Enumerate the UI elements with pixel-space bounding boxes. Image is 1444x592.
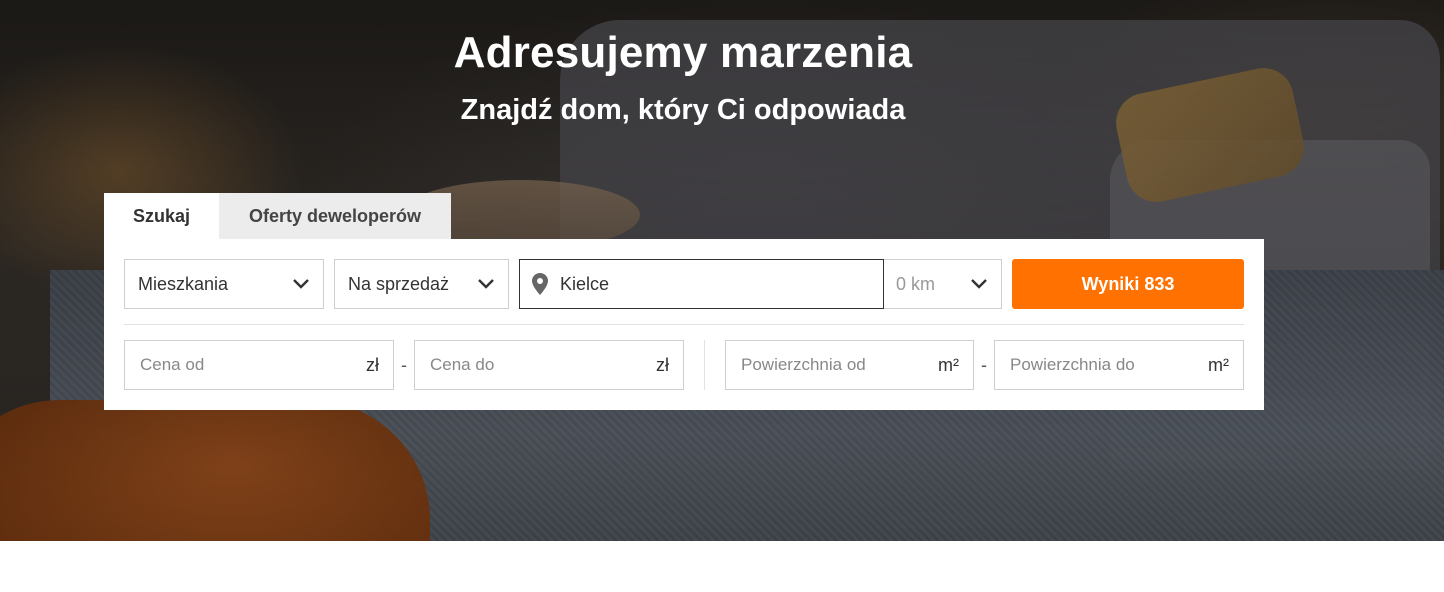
distance-value: 0 km: [896, 273, 936, 294]
area-from-placeholder: Powierzchnia od: [741, 355, 866, 374]
results-button[interactable]: Wyniki 833: [1012, 259, 1244, 309]
price-to-placeholder: Cena do: [430, 355, 495, 374]
price-to-input[interactable]: Cena do zł: [414, 340, 684, 390]
search-tabs: Szukaj Oferty deweloperów: [104, 193, 451, 239]
price-from-placeholder: Cena od: [140, 355, 205, 374]
property-type-value: Mieszkania: [138, 273, 229, 294]
area-from-unit: m²: [938, 354, 959, 375]
chevron-down-icon: [464, 260, 508, 308]
location-value: Kielce: [560, 273, 610, 294]
area-to-unit: m²: [1208, 354, 1229, 375]
chevron-down-icon: [279, 260, 323, 308]
price-separator: -: [401, 354, 407, 375]
price-from-input[interactable]: Cena od zł: [124, 340, 394, 390]
tab-search[interactable]: Szukaj: [104, 193, 219, 239]
tab-developer-offers[interactable]: Oferty deweloperów: [219, 193, 451, 239]
area-to-placeholder: Powierzchnia do: [1010, 355, 1135, 374]
area-to-input[interactable]: Powierzchnia do m²: [994, 340, 1244, 390]
filters-vertical-divider: [704, 340, 705, 390]
property-type-select[interactable]: Mieszkania: [124, 259, 324, 309]
price-from-unit: zł: [366, 354, 379, 375]
location-input[interactable]: Kielce: [519, 259, 884, 309]
transaction-type-value: Na sprzedaż: [348, 273, 450, 294]
transaction-type-select[interactable]: Na sprzedaż: [334, 259, 509, 309]
page-subtitle: Znajdź dom, który Ci odpowiada: [460, 94, 906, 126]
area-separator: -: [981, 354, 987, 375]
chevron-down-icon: [957, 260, 1001, 308]
search-panel: Mieszkania Na sprzedaż Kielce 0 km Wynik…: [104, 239, 1264, 410]
distance-select[interactable]: 0 km: [884, 259, 1002, 309]
page-title: Adresujemy marzenia: [453, 28, 913, 77]
location-group: Kielce 0 km: [519, 259, 1002, 309]
panel-divider: [124, 324, 1244, 325]
area-from-input[interactable]: Powierzchnia od m²: [725, 340, 974, 390]
price-to-unit: zł: [656, 354, 669, 375]
map-pin-icon: [520, 273, 560, 295]
